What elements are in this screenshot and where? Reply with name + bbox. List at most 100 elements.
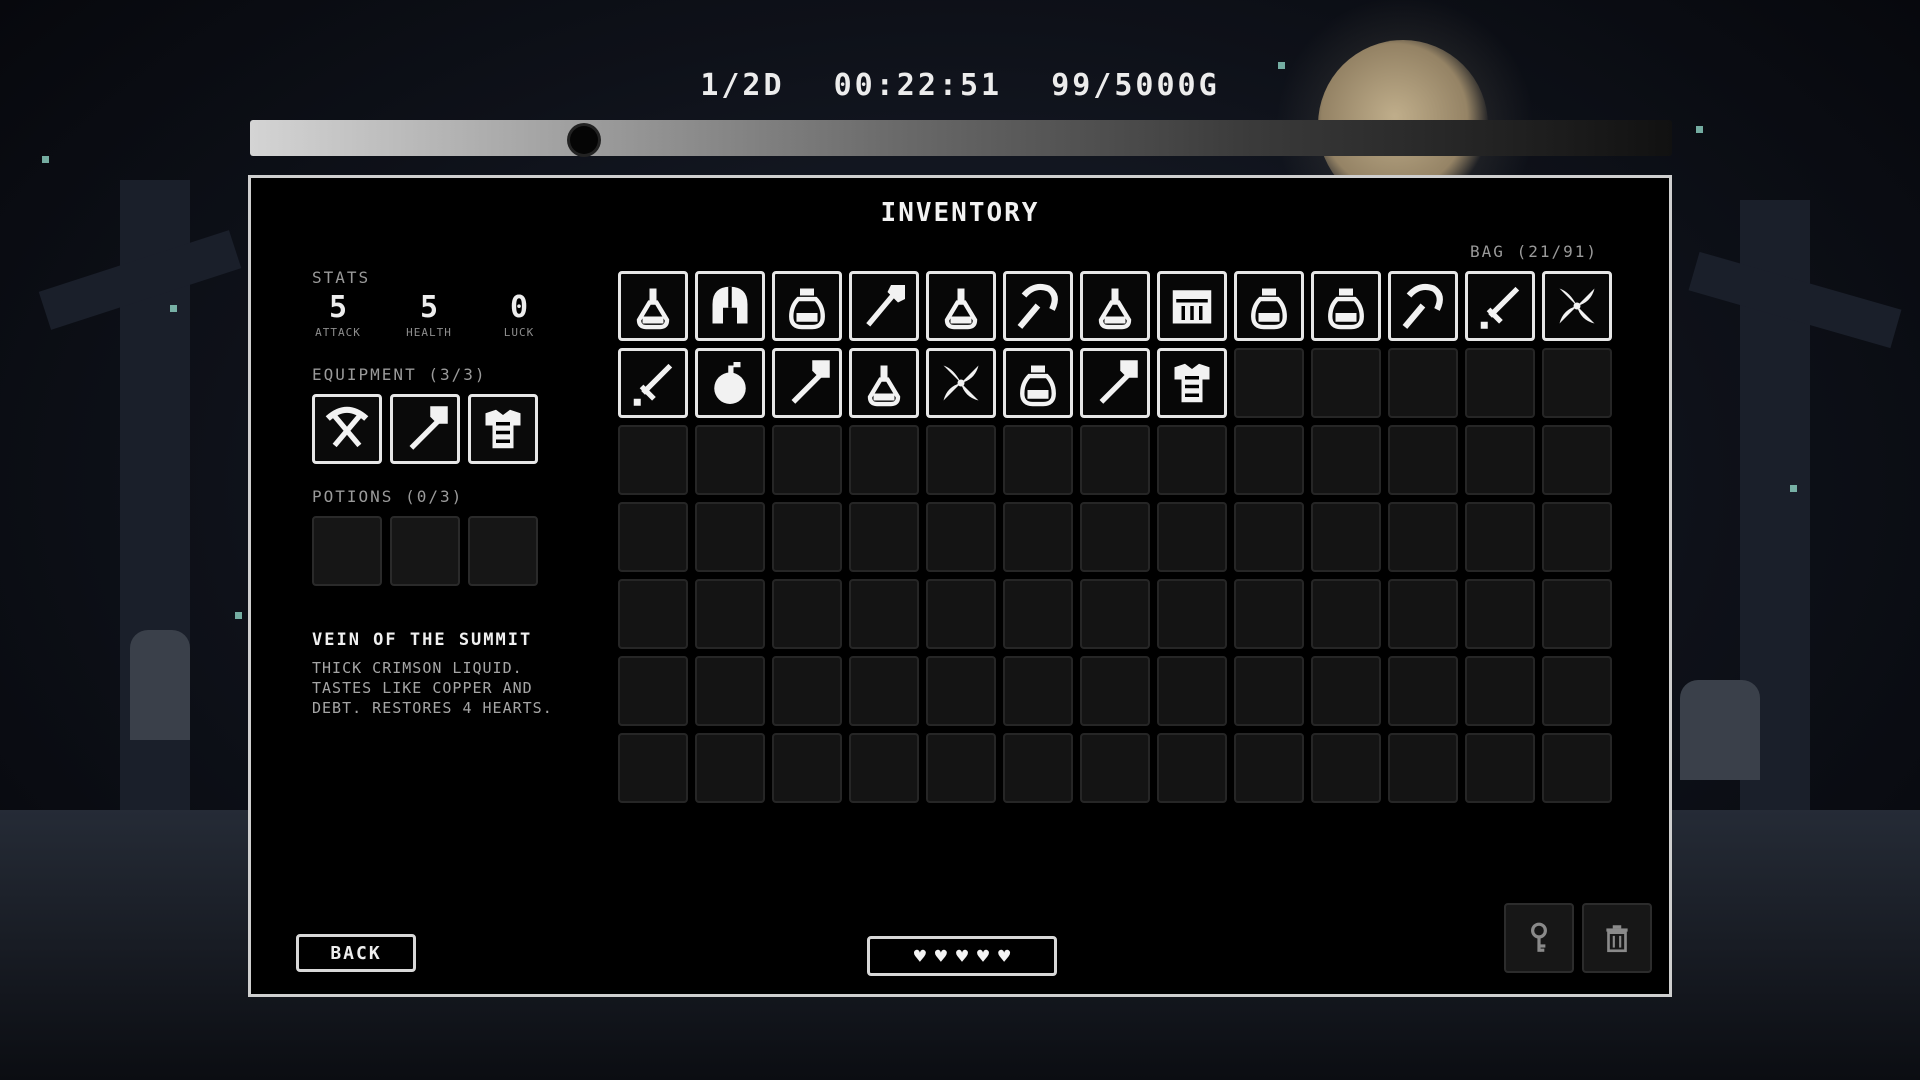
bag-empty-slot[interactable] [772,425,842,495]
bag-empty-slot[interactable] [772,733,842,803]
bag-empty-slot[interactable] [1157,425,1227,495]
bag-empty-slot[interactable] [1311,733,1381,803]
bag-item-slot[interactable] [1157,271,1227,341]
back-button[interactable]: BACK [296,934,416,972]
bag-item-slot[interactable] [772,271,842,341]
bag-empty-slot[interactable] [1157,656,1227,726]
bag-item-slot[interactable] [926,271,996,341]
bag-item-slot[interactable] [1157,348,1227,418]
bag-empty-slot[interactable] [1080,502,1150,572]
bag-empty-slot[interactable] [1542,425,1612,495]
bag-item-slot[interactable] [1234,271,1304,341]
bag-empty-slot[interactable] [1003,425,1073,495]
bag-item-slot[interactable] [1542,271,1612,341]
bag-item-slot[interactable] [695,348,765,418]
potion-slot[interactable] [312,516,382,586]
bag-empty-slot[interactable] [772,579,842,649]
bag-empty-slot[interactable] [695,656,765,726]
bag-empty-slot[interactable] [1157,733,1227,803]
bag-empty-slot[interactable] [1465,425,1535,495]
bag-empty-slot[interactable] [1080,425,1150,495]
bag-empty-slot[interactable] [1542,348,1612,418]
bag-empty-slot[interactable] [1388,425,1458,495]
bag-empty-slot[interactable] [849,425,919,495]
bag-empty-slot[interactable] [695,502,765,572]
bag-empty-slot[interactable] [1311,502,1381,572]
bag-item-slot[interactable] [1080,348,1150,418]
bag-empty-slot[interactable] [926,656,996,726]
bag-empty-slot[interactable] [1080,656,1150,726]
bag-empty-slot[interactable] [1542,502,1612,572]
bag-empty-slot[interactable] [1388,656,1458,726]
potion-slot[interactable] [390,516,460,586]
bag-empty-slot[interactable] [1234,502,1304,572]
bag-item-slot[interactable] [1003,348,1073,418]
bag-empty-slot[interactable] [1465,348,1535,418]
bag-empty-slot[interactable] [1465,579,1535,649]
bag-empty-slot[interactable] [618,733,688,803]
bag-item-slot[interactable] [926,348,996,418]
bag-empty-slot[interactable] [695,425,765,495]
bag-empty-slot[interactable] [849,733,919,803]
bag-empty-slot[interactable] [772,502,842,572]
bag-empty-slot[interactable] [1003,502,1073,572]
bag-empty-slot[interactable] [1234,348,1304,418]
bag-empty-slot[interactable] [1311,348,1381,418]
bag-item-slot[interactable] [618,271,688,341]
bag-item-slot[interactable] [695,271,765,341]
equipment-slot[interactable] [390,394,460,464]
equipment-slot[interactable] [312,394,382,464]
potion-slot[interactable] [468,516,538,586]
bag-empty-slot[interactable] [926,733,996,803]
bag-empty-slot[interactable] [1003,579,1073,649]
bag-empty-slot[interactable] [1234,425,1304,495]
bag-empty-slot[interactable] [1311,656,1381,726]
bag-empty-slot[interactable] [695,733,765,803]
bag-empty-slot[interactable] [926,425,996,495]
bag-item-slot[interactable] [849,348,919,418]
bag-empty-slot[interactable] [849,502,919,572]
bag-empty-slot[interactable] [1234,656,1304,726]
bag-empty-slot[interactable] [1465,733,1535,803]
bag-empty-slot[interactable] [1157,502,1227,572]
bag-item-slot[interactable] [1080,271,1150,341]
bag-empty-slot[interactable] [695,579,765,649]
bag-item-slot[interactable] [1311,271,1381,341]
bag-item-slot[interactable] [1465,271,1535,341]
bag-empty-slot[interactable] [618,425,688,495]
equipment-slot[interactable] [468,394,538,464]
bag-empty-slot[interactable] [1003,656,1073,726]
bag-empty-slot[interactable] [849,656,919,726]
bag-empty-slot[interactable] [926,579,996,649]
bag-item-slot[interactable] [849,271,919,341]
bag-empty-slot[interactable] [1542,656,1612,726]
bag-empty-slot[interactable] [618,579,688,649]
bag-empty-slot[interactable] [618,502,688,572]
bag-empty-slot[interactable] [1234,579,1304,649]
bag-item-slot[interactable] [1388,271,1458,341]
bag-empty-slot[interactable] [1542,579,1612,649]
bag-empty-slot[interactable] [1542,733,1612,803]
bag-item-slot[interactable] [772,348,842,418]
bag-empty-slot[interactable] [1080,733,1150,803]
bag-empty-slot[interactable] [926,502,996,572]
bag-empty-slot[interactable] [1311,425,1381,495]
bag-empty-slot[interactable] [1157,579,1227,649]
bag-empty-slot[interactable] [618,656,688,726]
bag-empty-slot[interactable] [849,579,919,649]
bag-empty-slot[interactable] [1234,733,1304,803]
bag-empty-slot[interactable] [1388,348,1458,418]
bag-empty-slot[interactable] [1080,579,1150,649]
trash-button[interactable] [1582,903,1652,973]
bag-empty-slot[interactable] [1311,579,1381,649]
bag-empty-slot[interactable] [1388,733,1458,803]
bag-empty-slot[interactable] [1465,502,1535,572]
bag-item-slot[interactable] [1003,271,1073,341]
key-button[interactable] [1504,903,1574,973]
bag-empty-slot[interactable] [1388,502,1458,572]
bag-item-slot[interactable] [618,348,688,418]
bag-empty-slot[interactable] [772,656,842,726]
bag-empty-slot[interactable] [1388,579,1458,649]
bag-empty-slot[interactable] [1003,733,1073,803]
bag-empty-slot[interactable] [1465,656,1535,726]
